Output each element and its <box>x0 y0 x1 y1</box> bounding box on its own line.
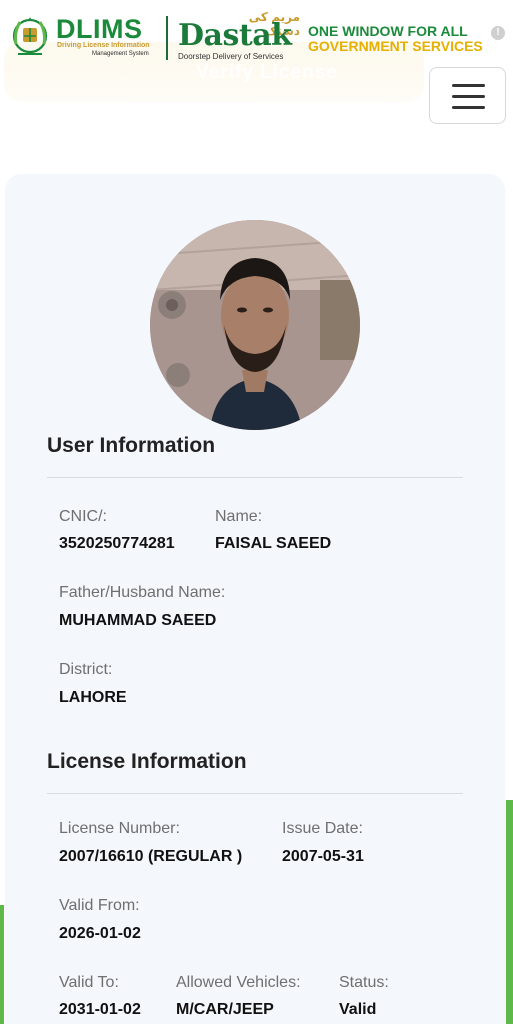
slogan-line-1: ONE WINDOW FOR ALL <box>308 23 468 39</box>
name-label: Name: <box>215 508 263 525</box>
hamburger-menu-icon-bar-1 <box>452 84 485 87</box>
license-number-label: License Number: <box>59 820 180 837</box>
father-name-label: Father/Husband Name: <box>59 584 226 601</box>
valid-to-label: Valid To: <box>59 974 119 991</box>
dlims-subtitle: Driving License Information <box>57 42 150 49</box>
license-info-heading: License Information <box>47 750 247 773</box>
slogan: ONE WINDOW FOR ALL GOVERNMENT SERVICES <box>308 24 483 54</box>
valid-to-value: 2031-01-02 <box>59 1001 141 1018</box>
father-name-value: MUHAMMAD SAEED <box>59 612 217 629</box>
dlims-logo[interactable]: DLIMS Driving License Information Manage… <box>10 12 160 62</box>
license-number-value: 2007/16610 (REGULAR ) <box>59 848 243 865</box>
accent-strip-right <box>506 800 513 1024</box>
user-photo <box>150 220 360 430</box>
license-verification-page: Verify License DLIMS Driving License Inf… <box>0 0 513 1024</box>
cnic-value: 3520250774281 <box>59 535 175 552</box>
dastak-wordmark: Dastak <box>178 18 292 53</box>
district-label: District: <box>59 661 113 678</box>
logo-divider <box>166 16 168 60</box>
district-value: LAHORE <box>59 689 127 706</box>
ghost-heading: Verify License <box>196 62 338 83</box>
dlims-emblem-icon <box>12 17 48 55</box>
user-avatar <box>150 220 360 430</box>
user-info-heading: User Information <box>47 434 216 457</box>
status-label: Status: <box>339 974 389 991</box>
dastak-logo[interactable]: مریم کی دستک Dastak Doorstep Delivery of… <box>174 10 300 62</box>
info-icon[interactable]: ! <box>491 26 505 40</box>
cnic-label: CNIC/: <box>59 508 107 525</box>
issue-date-value: 2007-05-31 <box>282 848 364 865</box>
allowed-vehicles-value: M/CAR/JEEP <box>176 1001 274 1018</box>
status-value: Valid <box>339 1001 377 1018</box>
dastak-tagline: Doorstep Delivery of Services <box>178 52 284 61</box>
slogan-line-2: GOVERNMENT SERVICES <box>308 38 483 54</box>
dlims-subtitle-2: Management System <box>92 51 149 57</box>
name-value: FAISAL SAEED <box>215 535 332 552</box>
license-info-divider <box>47 793 463 794</box>
site-header: Verify License DLIMS Driving License Inf… <box>0 0 513 124</box>
hamburger-menu-icon-bar-2 <box>452 95 485 98</box>
allowed-vehicles-label: Allowed Vehicles: <box>176 974 301 991</box>
user-info-divider <box>47 477 463 478</box>
hamburger-menu-icon-bar-3 <box>452 106 485 109</box>
dlims-title: DLIMS <box>56 14 143 44</box>
valid-from-label: Valid From: <box>59 897 140 914</box>
menu-toggle-button[interactable] <box>429 67 506 124</box>
valid-from-value: 2026-01-02 <box>59 925 141 942</box>
issue-date-label: Issue Date: <box>282 820 363 837</box>
accent-strip-left <box>0 905 4 1024</box>
